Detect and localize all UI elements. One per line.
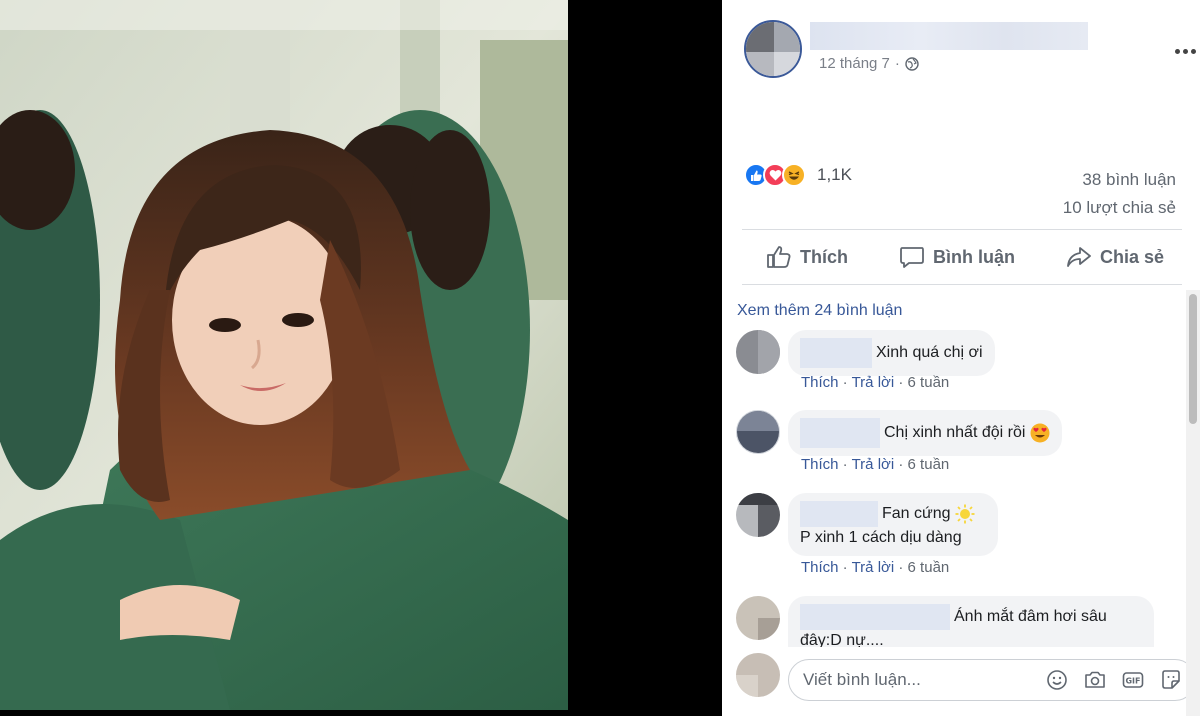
emoji-icon[interactable] <box>1045 668 1069 692</box>
comments-count[interactable]: 38 bình luận <box>1063 166 1176 194</box>
comment-label: Bình luận <box>932 246 1015 267</box>
svg-text:GIF: GIF <box>1125 677 1140 686</box>
composer-tools: GIF <box>1045 668 1183 692</box>
sun-emoji <box>955 504 975 524</box>
scrollbar-thumb[interactable] <box>1189 294 1197 424</box>
gif-icon[interactable]: GIF <box>1121 668 1145 692</box>
camera-icon[interactable] <box>1083 668 1107 692</box>
sticker-icon[interactable] <box>1159 668 1183 692</box>
reaction-summary[interactable]: 1,1K <box>744 163 852 187</box>
comment-composer: GIF <box>736 647 1196 707</box>
reaction-count[interactable]: 1,1K <box>817 165 852 185</box>
comment-item: Xinh quá chị ơi Thích · Trả lời · 6 tuần <box>736 330 1196 400</box>
share-button[interactable]: Chia sẻ <box>1066 245 1164 269</box>
globe-icon <box>905 56 919 71</box>
post-date[interactable]: 12 tháng 7 <box>819 55 890 72</box>
share-label: Chia sẻ <box>1099 246 1164 267</box>
post-detail-panel: 12 tháng 7 · 1,1K 38 bình luận 10 lượt c… <box>722 0 1200 716</box>
like-label: Thích <box>800 246 848 267</box>
comment-item: Chị xinh nhất đội rồi Thích · Trả lời · … <box>736 410 1196 485</box>
comment-text: Fan cứng <box>882 505 951 523</box>
comment-time[interactable]: 6 tuần <box>908 456 950 473</box>
engagement-stats: 38 bình luận 10 lượt chia sẻ <box>1063 166 1176 222</box>
post-header: 12 tháng 7 · <box>744 20 1196 80</box>
comment-input-wrapper: GIF <box>788 659 1196 701</box>
comment-reply-link[interactable]: Trả lời <box>852 374 895 391</box>
share-icon <box>1067 247 1091 267</box>
haha-icon <box>782 163 806 187</box>
commenter-avatar[interactable] <box>736 493 780 537</box>
like-button[interactable]: Thích <box>766 245 848 269</box>
comment-like-link[interactable]: Thích <box>801 374 839 391</box>
comment-text-line2: P xinh 1 cách dịu dàng <box>800 529 962 546</box>
see-more-comments-link[interactable]: Xem thêm 24 bình luận <box>737 302 902 320</box>
comment-actions: Thích · Trả lời · 6 tuần <box>801 374 950 391</box>
comment-like-link[interactable]: Thích <box>801 559 839 576</box>
comment-bubble: Xinh quá chị ơi <box>788 330 995 376</box>
comment-icon <box>900 247 924 268</box>
post-action-bar: Thích Bình luận Chia sẻ <box>742 229 1182 285</box>
comment-reply-link[interactable]: Trả lời <box>852 559 895 576</box>
comment-time[interactable]: 6 tuần <box>908 374 950 391</box>
comment-text: Chị xinh nhất đội rồi <box>884 424 1026 442</box>
photo-illustration <box>0 0 568 710</box>
comment-item: Fan cứng P xinh 1 cách dịu dàng Thích · … <box>736 493 1196 588</box>
commenter-name-redacted[interactable] <box>800 501 878 527</box>
comment-reply-link[interactable]: Trả lời <box>852 456 895 473</box>
commenter-name-redacted[interactable] <box>800 604 950 630</box>
thumbs-up-icon <box>767 246 791 268</box>
comment-actions: Thích · Trả lời · 6 tuần <box>801 559 950 576</box>
commenter-avatar[interactable] <box>736 596 780 640</box>
comments-scrollbar[interactable] <box>1186 290 1200 716</box>
comment-input[interactable] <box>803 668 1023 692</box>
more-options-icon[interactable] <box>1175 46 1199 56</box>
comment-bubble: Fan cứng P xinh 1 cách dịu dàng <box>788 493 998 556</box>
comment-text: Ánh mắt đâm hơi sâu <box>954 608 1107 626</box>
comment-text: Xinh quá chị ơi <box>876 344 983 362</box>
current-user-avatar[interactable] <box>736 653 780 697</box>
comment-button[interactable]: Bình luận <box>899 245 1015 269</box>
comment-bubble: Chị xinh nhất đội rồi <box>788 410 1062 456</box>
commenter-name-redacted[interactable] <box>800 418 880 448</box>
author-name-redacted[interactable] <box>810 22 1088 50</box>
comment-like-link[interactable]: Thích <box>801 456 839 473</box>
commenter-name-redacted[interactable] <box>800 338 872 368</box>
shares-count[interactable]: 10 lượt chia sẻ <box>1063 194 1176 222</box>
photo-viewer: 12 tháng 7 · 1,1K 38 bình luận 10 lượt c… <box>0 0 1200 716</box>
commenter-avatar[interactable] <box>736 330 780 374</box>
comment-actions: Thích · Trả lời · 6 tuần <box>801 456 950 473</box>
post-photo[interactable] <box>0 0 568 710</box>
post-meta: 12 tháng 7 · <box>819 55 919 72</box>
author-avatar[interactable] <box>744 20 802 78</box>
comment-time[interactable]: 6 tuần <box>908 559 950 576</box>
commenter-avatar[interactable] <box>736 410 780 454</box>
heart-eyes-emoji <box>1030 423 1050 443</box>
